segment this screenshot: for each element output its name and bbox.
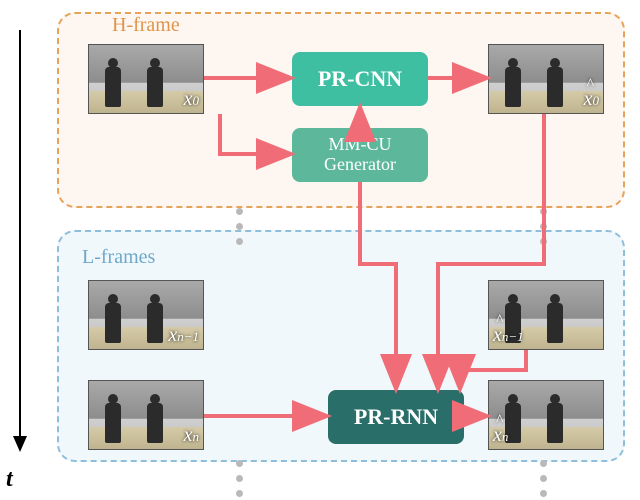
- block-pr-rnn: PR-RNN: [328, 390, 464, 444]
- frame-xn-output: xn: [488, 380, 604, 450]
- architecture-diagram: t H-frame L-frames x0 x0 xn−1 xn−1 xn: [0, 0, 640, 500]
- ellipsis-dots: [540, 208, 547, 245]
- time-axis-label: t: [6, 466, 13, 493]
- frame-x0hat-label: x0: [584, 88, 599, 111]
- frame-x0-label: x0: [184, 88, 199, 111]
- frame-x0-output: x0: [488, 44, 604, 114]
- lframes-title: L-frames: [80, 246, 157, 269]
- frame-xnm1-label: xn−1: [168, 324, 199, 347]
- frame-xnm1-output: xn−1: [488, 280, 604, 350]
- ellipsis-dots: [236, 460, 243, 497]
- frame-xn-label: xn: [184, 424, 199, 447]
- frame-xnm1hat-label: xn−1: [493, 324, 524, 347]
- ellipsis-dots: [236, 208, 243, 245]
- time-axis: [19, 30, 21, 450]
- frame-xnhat-label: xn: [493, 424, 508, 447]
- block-pr-cnn: PR-CNN: [292, 52, 428, 106]
- hframe-title: H-frame: [110, 14, 182, 37]
- block-mm-cu: MM-CU Generator: [292, 128, 428, 182]
- frame-x0-input: x0: [88, 44, 204, 114]
- frame-xnm1-input: xn−1: [88, 280, 204, 350]
- frame-xn-input: xn: [88, 380, 204, 450]
- ellipsis-dots: [540, 460, 547, 497]
